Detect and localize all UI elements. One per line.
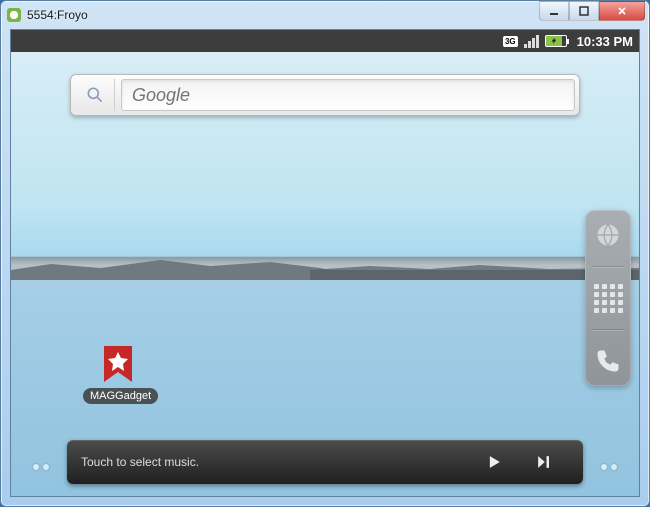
emulator-screen: 3G 10:33 PM [10, 29, 640, 497]
android-icon [7, 8, 21, 22]
minimize-button[interactable] [539, 1, 569, 21]
pager-dots-left[interactable] [33, 464, 49, 470]
signal-bars-icon [524, 35, 539, 48]
close-button[interactable] [599, 1, 645, 21]
google-search-widget[interactable] [70, 74, 580, 116]
app-shortcut-maggadget[interactable]: MAGGadget [83, 344, 153, 404]
shortcut-label: MAGGadget [83, 388, 158, 404]
app-grid-icon[interactable] [591, 281, 625, 315]
search-icon[interactable] [75, 79, 115, 111]
window-controls [539, 1, 645, 21]
bookmark-star-icon [100, 344, 136, 386]
launcher-tray [585, 210, 631, 386]
music-prompt-text[interactable]: Touch to select music. [81, 455, 469, 469]
titlebar[interactable]: 5554:Froyo [1, 1, 649, 29]
music-widget[interactable]: Touch to select music. [67, 440, 583, 484]
phone-icon[interactable] [591, 344, 625, 378]
battery-icon [545, 35, 567, 47]
status-bar: 3G 10:33 PM [11, 30, 639, 52]
window-frame: 5554:Froyo 3G 10:33 PM [0, 0, 650, 507]
play-button[interactable] [469, 452, 519, 472]
pager-dots-right[interactable] [601, 464, 617, 470]
network-3g-badge: 3G [503, 36, 518, 47]
home-screen[interactable]: MAGGadget Touch to select music. [11, 52, 639, 496]
next-button[interactable] [519, 452, 569, 472]
browser-icon[interactable] [591, 218, 625, 252]
window-title: 5554:Froyo [27, 8, 88, 22]
wallpaper-mountains [11, 256, 639, 280]
search-input[interactable] [121, 79, 575, 111]
maximize-button[interactable] [569, 1, 599, 21]
status-clock: 10:33 PM [577, 34, 633, 49]
